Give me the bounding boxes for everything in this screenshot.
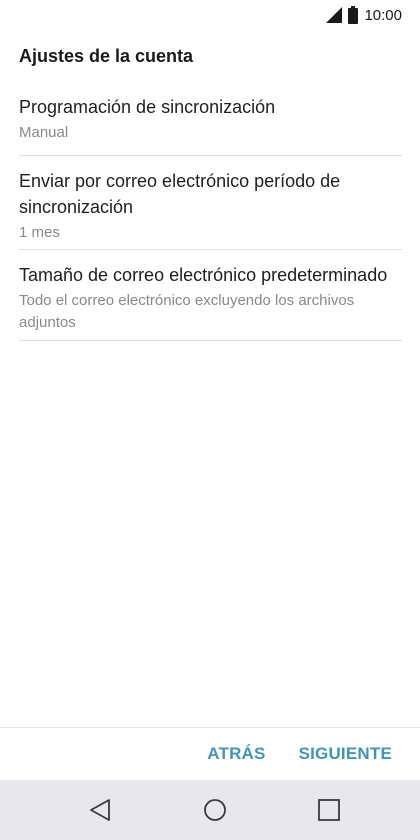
setting-email-size[interactable]: Tamaño de correo electrónico predetermin…	[19, 250, 402, 341]
settings-list: Programación de sincronización Manual En…	[19, 82, 402, 341]
setting-value: Todo el correo electrónico excluyendo lo…	[19, 292, 355, 331]
navigation-bar	[0, 780, 420, 840]
action-bar: ATRÁS SIGUIENTE	[0, 727, 420, 780]
back-button[interactable]: ATRÁS	[207, 744, 265, 764]
recents-square-icon[interactable]	[316, 797, 342, 823]
setting-title: Programación de sincronización	[19, 97, 276, 117]
setting-sync-schedule[interactable]: Programación de sincronización Manual	[19, 82, 402, 156]
battery-icon	[348, 6, 359, 24]
setting-value: 1 mes	[19, 224, 60, 241]
setting-title: Tamaño de correo electrónico predetermin…	[19, 265, 388, 285]
setting-sync-period[interactable]: Enviar por correo electrónico período de…	[19, 156, 402, 250]
setting-value: Manual	[19, 124, 69, 141]
next-button[interactable]: SIGUIENTE	[299, 744, 392, 764]
home-circle-icon[interactable]	[202, 797, 228, 823]
page-title: Ajustes de la cuenta	[19, 45, 194, 66]
signal-icon	[326, 7, 343, 23]
status-time: 10:00	[364, 6, 402, 24]
back-triangle-icon[interactable]	[87, 797, 113, 823]
setting-title: Enviar por correo electrónico período de…	[19, 171, 341, 217]
screen: 10:00 Ajustes de la cuenta Programación …	[0, 0, 420, 840]
header: Ajustes de la cuenta	[0, 30, 420, 82]
status-bar: 10:00	[0, 0, 420, 30]
